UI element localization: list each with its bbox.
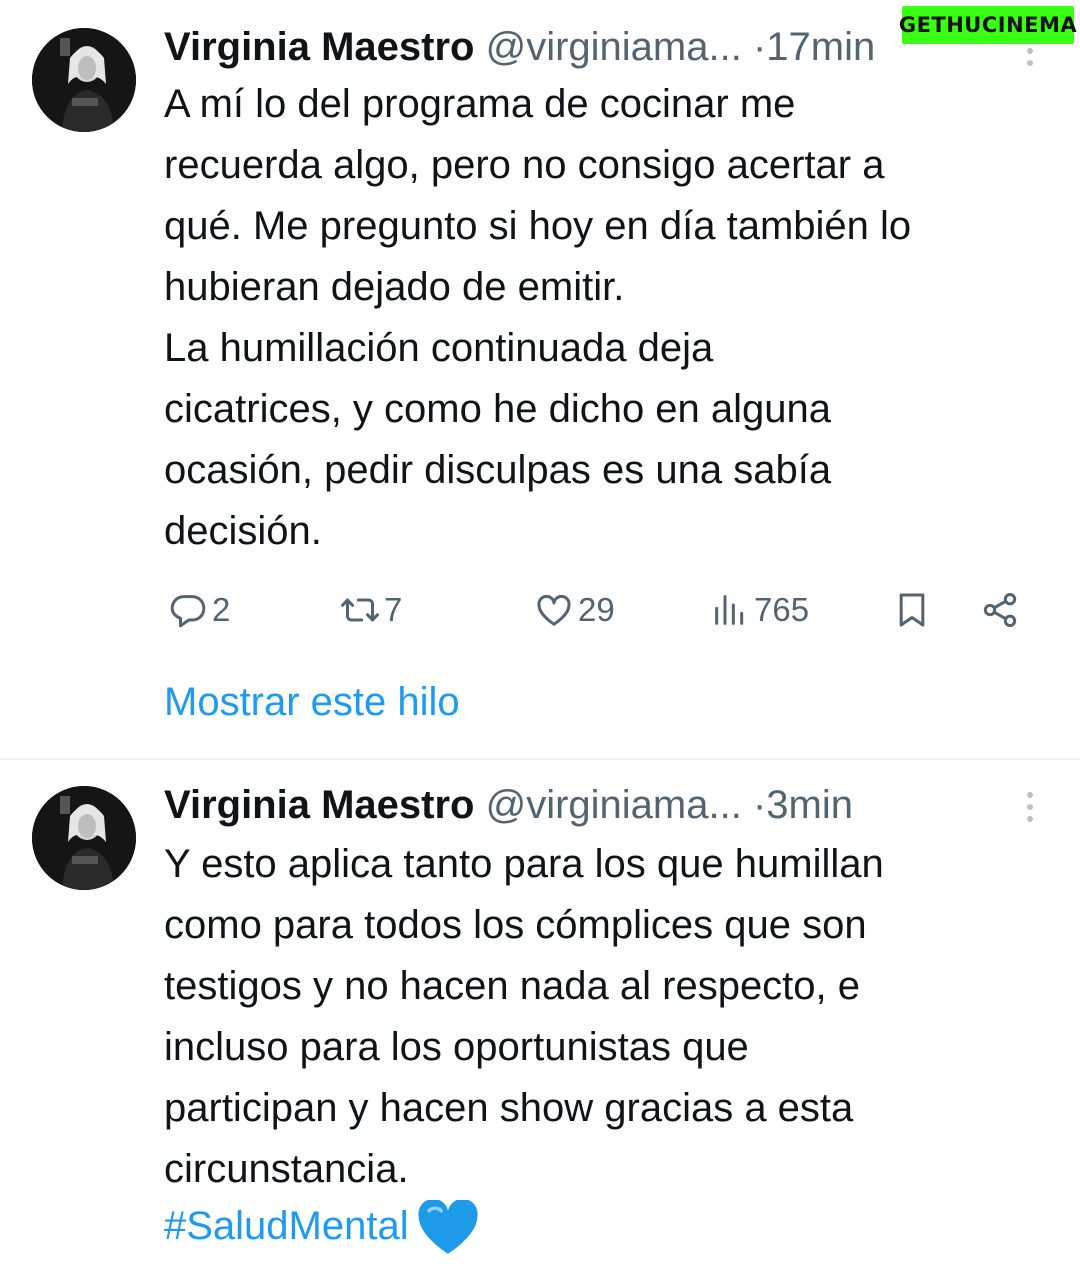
separator-dot: · bbox=[752, 25, 767, 69]
hashtag-link[interactable]: #SaludMental bbox=[164, 1204, 409, 1248]
hashtag-line: #SaludMental bbox=[164, 1196, 479, 1257]
views-icon bbox=[715, 595, 744, 625]
more-options-icon[interactable] bbox=[1024, 792, 1036, 832]
display-name[interactable]: Virginia Maestro bbox=[164, 25, 474, 69]
tweet-header: Virginia Maestro @virginiama... ·3min bbox=[164, 780, 1040, 830]
separator-dot: · bbox=[752, 783, 767, 827]
avatar-image bbox=[32, 786, 136, 890]
watermark-logo: GETHU CINEMA bbox=[898, 6, 1078, 44]
watermark-text-1: GETHU bbox=[898, 13, 982, 37]
tweet-text: A mí lo del programa de cocinar me recue… bbox=[164, 82, 912, 553]
avatar[interactable] bbox=[32, 786, 136, 890]
reply-button[interactable]: 2 bbox=[168, 580, 230, 640]
tweet-1[interactable]: Virginia Maestro @virginiama... ·17min A… bbox=[0, 0, 1080, 758]
like-button[interactable]: 29 bbox=[534, 580, 615, 640]
heart-icon bbox=[537, 594, 571, 626]
action-bar: 2 7 29 765 bbox=[164, 580, 1044, 640]
views-count: 765 bbox=[754, 591, 810, 628]
blue-heart-icon bbox=[418, 1200, 478, 1255]
retweet-icon bbox=[341, 598, 379, 622]
reply-count: 2 bbox=[212, 591, 231, 628]
avatar[interactable] bbox=[32, 28, 136, 132]
timestamp[interactable]: 3min bbox=[766, 783, 853, 827]
retweet-button[interactable]: 7 bbox=[340, 580, 402, 640]
bookmark-button[interactable] bbox=[892, 580, 936, 640]
reply-icon bbox=[170, 595, 206, 628]
like-count: 29 bbox=[578, 591, 615, 628]
display-name[interactable]: Virginia Maestro bbox=[164, 783, 474, 827]
retweet-count: 7 bbox=[384, 591, 403, 628]
avatar-image bbox=[32, 28, 136, 132]
bookmark-icon bbox=[899, 593, 925, 627]
user-handle[interactable]: @virginiama... bbox=[486, 25, 742, 69]
views-button[interactable]: 765 bbox=[710, 580, 809, 640]
watermark-text-2: CINEMA bbox=[981, 13, 1078, 37]
share-icon bbox=[983, 593, 1017, 627]
user-handle[interactable]: @virginiama... bbox=[486, 783, 742, 827]
share-button[interactable] bbox=[980, 580, 1024, 640]
show-thread-link[interactable]: Mostrar este hilo bbox=[164, 672, 460, 732]
tweet-text: Y esto aplica tanto para los que humilla… bbox=[164, 842, 884, 1191]
timestamp[interactable]: 17min bbox=[766, 25, 875, 69]
